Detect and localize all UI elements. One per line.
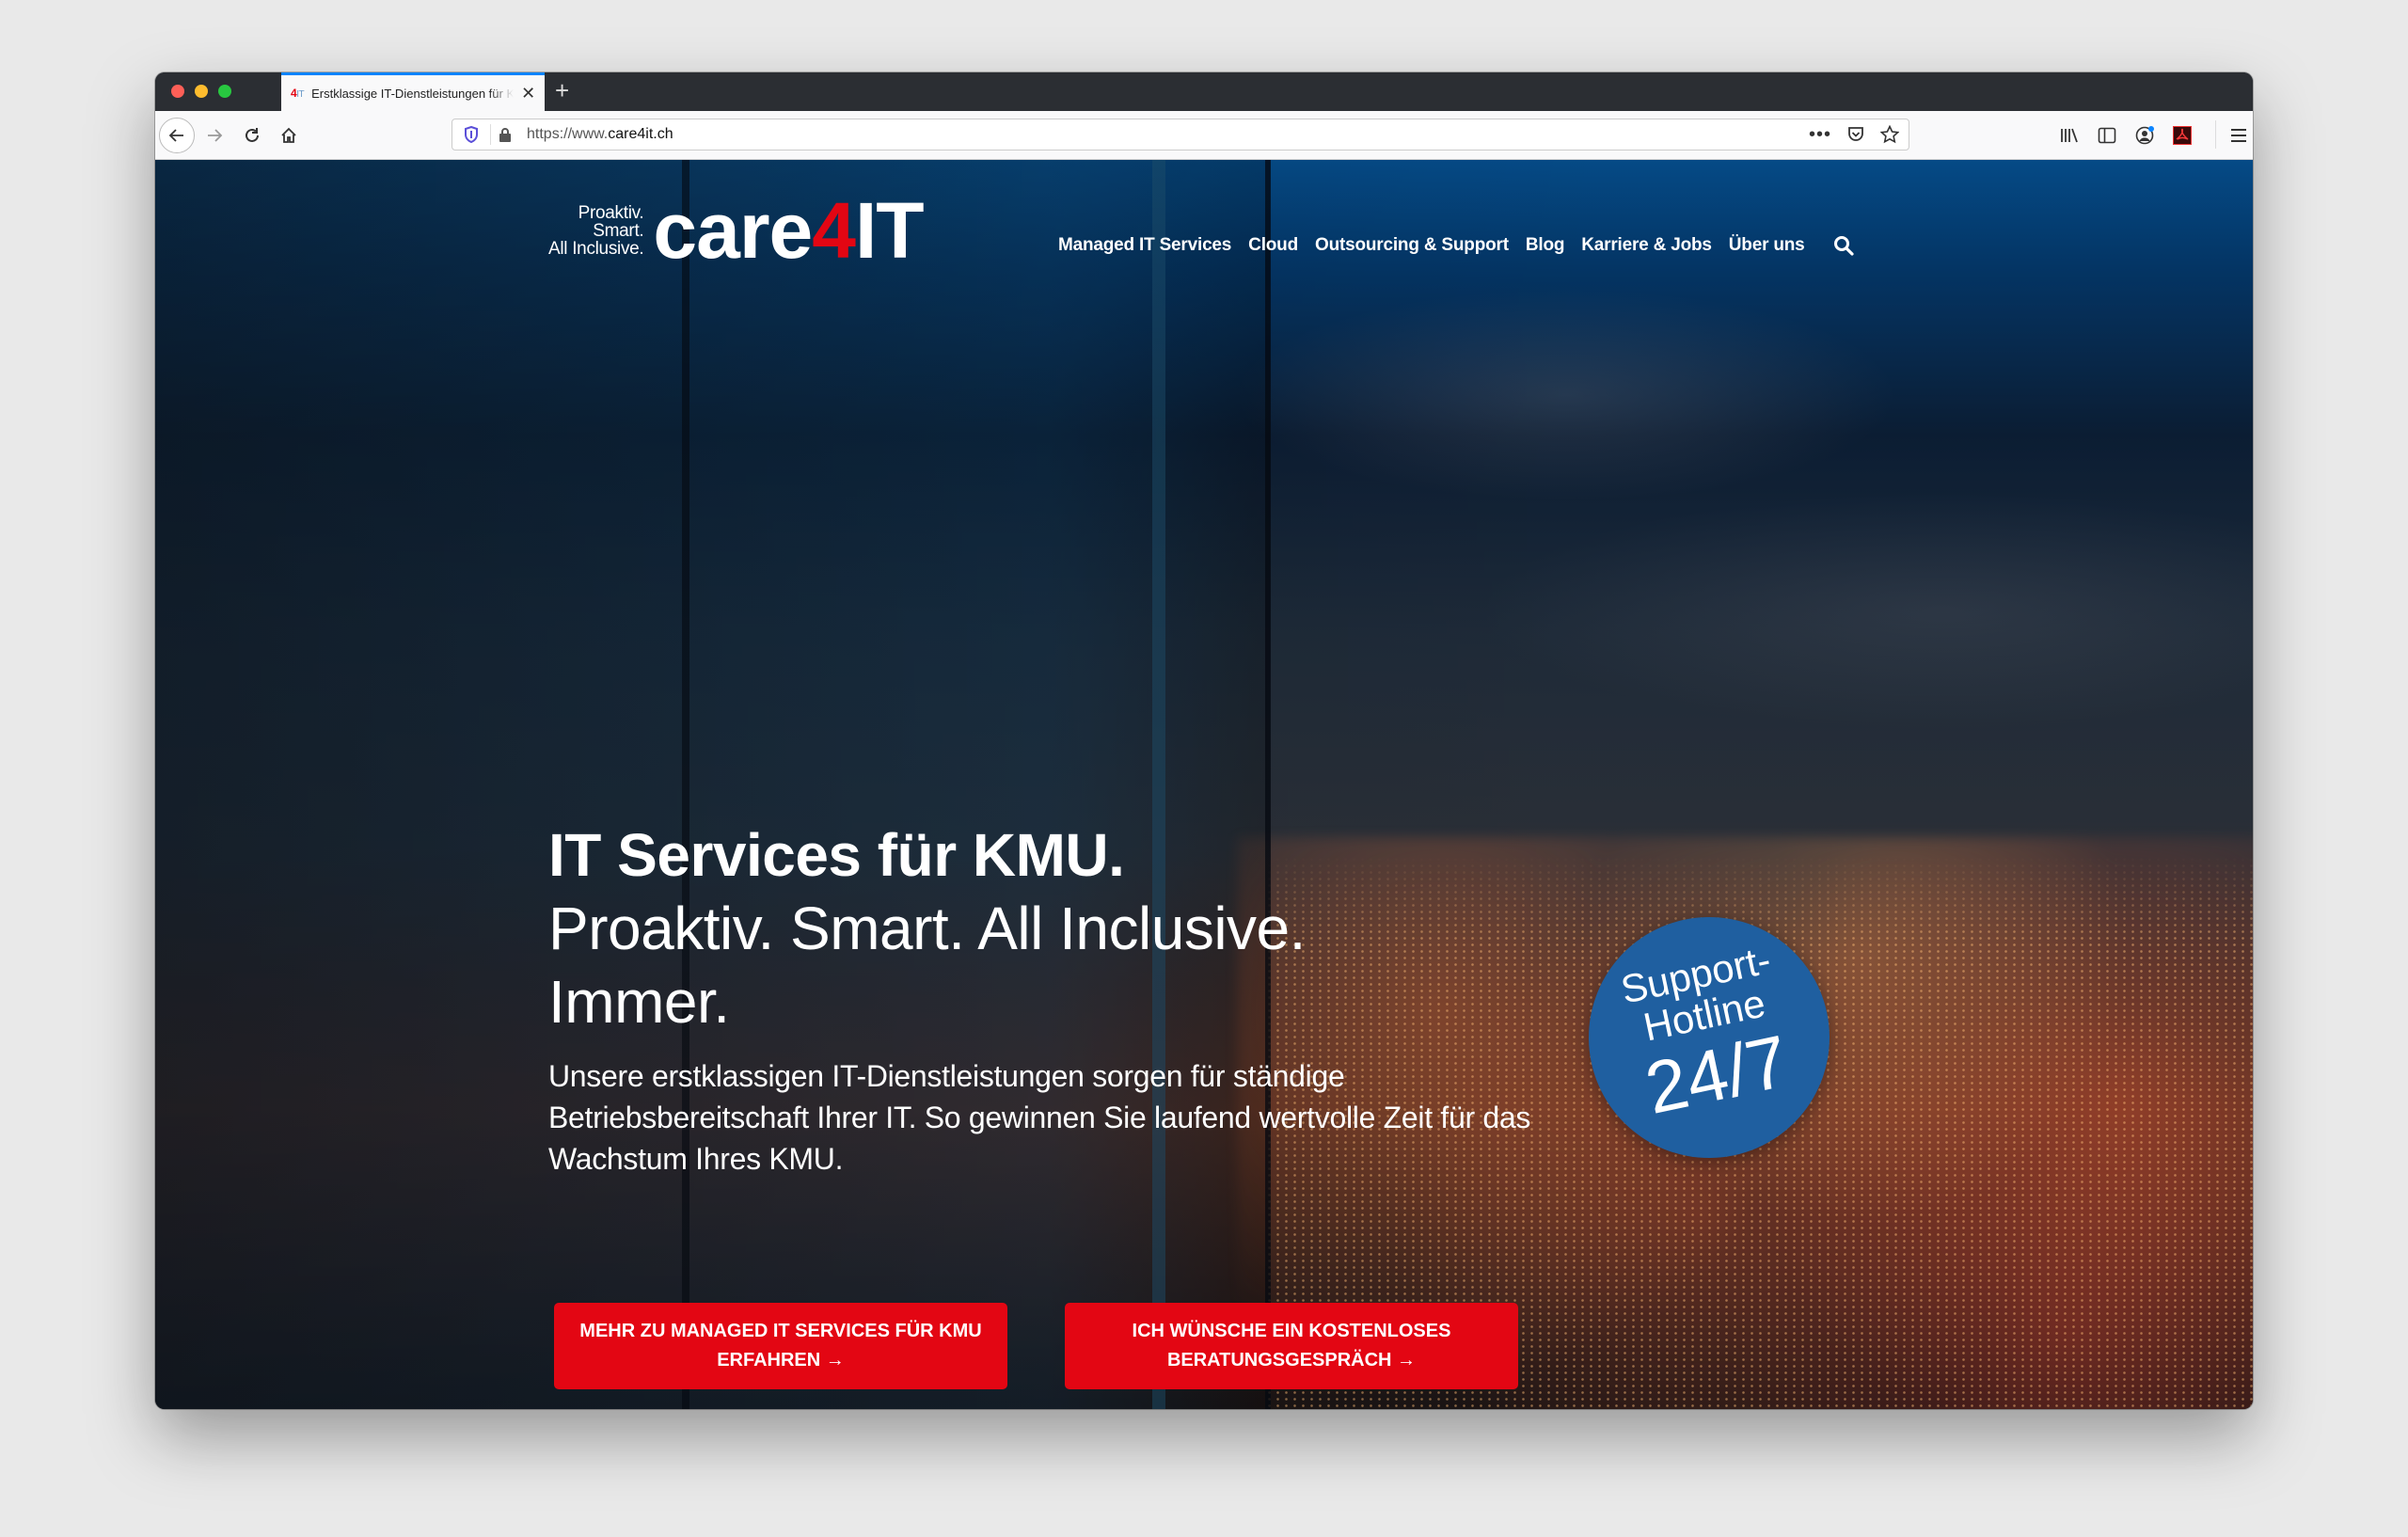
star-icon[interactable] <box>1880 125 1899 144</box>
main-navigation: Managed IT Services Cloud Outsourcing & … <box>1058 235 1854 256</box>
browser-tab-active[interactable]: 4IT Erstklassige IT-Dienstleistungen für… <box>281 72 545 111</box>
close-window-button[interactable] <box>171 85 184 98</box>
search-icon <box>1833 236 1854 256</box>
library-button[interactable] <box>2055 111 2083 159</box>
forward-button[interactable] <box>200 111 229 159</box>
toolbar-divider <box>2215 120 2216 149</box>
sidebar-button[interactable] <box>2093 111 2121 159</box>
cta-label-line: MEHR ZU MANAGED IT SERVICES FÜR KMU <box>579 1321 982 1341</box>
tab-bar: 4IT Erstklassige IT-Dienstleistungen für… <box>155 72 2253 111</box>
acrobat-icon <box>2173 125 2192 145</box>
search-button[interactable] <box>1833 235 1854 256</box>
hero-description: Unsere erstklassigen IT-Dienstleistungen… <box>548 1059 1531 1176</box>
url-text[interactable]: https://www.care4it.ch <box>527 126 673 143</box>
hero-section: Proaktiv. Smart. All Inclusive. care4IT … <box>155 160 2253 1409</box>
hero-title-line: IT Services für KMU. <box>548 821 1125 889</box>
hamburger-menu-icon <box>2231 128 2246 142</box>
back-button[interactable] <box>159 111 195 159</box>
reload-icon <box>246 127 259 142</box>
close-tab-icon[interactable]: ✕ <box>521 85 535 102</box>
forward-arrow-icon <box>208 128 223 142</box>
home-icon <box>281 127 296 143</box>
shield-icon[interactable] <box>464 126 481 143</box>
home-button[interactable] <box>275 111 303 159</box>
menu-button[interactable] <box>2225 111 2253 159</box>
url-actions: ••• <box>1809 119 1899 150</box>
nav-item-managed-it-services[interactable]: Managed IT Services <box>1058 235 1231 256</box>
nav-item-outsourcing-support[interactable]: Outsourcing & Support <box>1315 235 1509 256</box>
cta-label-line: BERATUNGSGESPRÄCH → <box>1166 1350 1417 1371</box>
nav-item-cloud[interactable]: Cloud <box>1248 235 1298 256</box>
tab-title: Erstklassige IT-Dienstleistungen für KMU <box>311 86 515 101</box>
logo-tagline: Proaktiv. Smart. All Inclusive. <box>548 203 644 259</box>
url-divider <box>490 124 491 145</box>
url-bar[interactable]: https://www.care4it.ch ••• <box>452 119 1909 151</box>
nav-item-blog[interactable]: Blog <box>1526 235 1565 256</box>
account-button[interactable] <box>2131 111 2159 159</box>
hero-title: IT Services für KMU. Proaktiv. Smart. Al… <box>548 818 1306 1038</box>
sidebar-icon <box>2098 127 2116 143</box>
maximize-window-button[interactable] <box>218 85 231 98</box>
library-icon <box>2061 128 2078 142</box>
nav-item-ueber-uns[interactable]: Über uns <box>1729 235 1805 256</box>
background-vignette <box>155 160 2253 1409</box>
new-tab-button[interactable]: + <box>555 78 569 103</box>
pocket-icon[interactable] <box>1846 125 1865 144</box>
free-consultation-cta-button[interactable]: ICH WÜNSCHE EIN KOSTENLOSES BERATUNGSGES… <box>1065 1303 1518 1389</box>
lock-icon[interactable] <box>499 127 515 142</box>
browser-toolbar: https://www.care4it.ch ••• <box>155 111 2253 160</box>
nav-item-karriere-jobs[interactable]: Karriere & Jobs <box>1581 235 1712 256</box>
managed-services-cta-button[interactable]: MEHR ZU MANAGED IT SERVICES FÜR KMU ERFA… <box>554 1303 1007 1389</box>
logo-wordmark: care4IT <box>653 186 924 275</box>
hero-title-line: Proaktiv. Smart. All Inclusive. <box>548 895 1306 962</box>
minimize-window-button[interactable] <box>195 85 208 98</box>
reload-button[interactable] <box>238 111 266 159</box>
cta-label-line: ICH WÜNSCHE EIN KOSTENLOSES <box>1132 1321 1451 1341</box>
browser-window: 4IT Erstklassige IT-Dienstleistungen für… <box>155 72 2253 1409</box>
site-favicon-icon: 4IT <box>291 87 305 100</box>
account-icon <box>2135 125 2154 144</box>
cta-label-line: ERFAHREN → <box>717 1350 845 1371</box>
site-logo[interactable]: Proaktiv. Smart. All Inclusive. care4IT <box>548 186 925 275</box>
hero-title-line: Immer. <box>548 968 730 1036</box>
more-icon[interactable]: ••• <box>1809 124 1831 146</box>
back-arrow-icon <box>159 117 195 153</box>
acrobat-extension-button[interactable] <box>2168 111 2196 159</box>
